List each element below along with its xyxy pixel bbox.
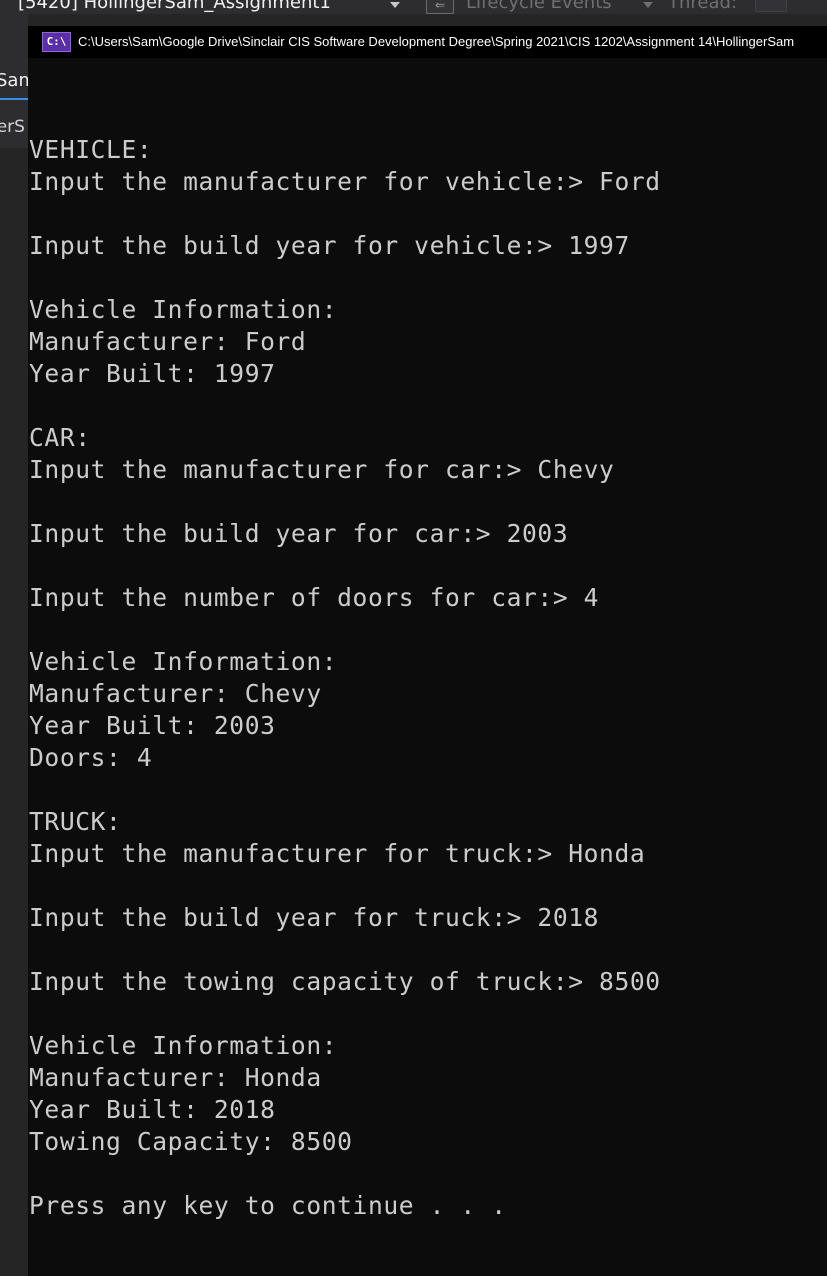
console-line: Input the manufacturer for truck:> Honda <box>29 839 646 868</box>
console-app-icon: C:\ <box>42 32 71 52</box>
console-line: Manufacturer: Chevy <box>29 679 322 708</box>
console-line: Doors: 4 <box>29 743 153 772</box>
lifecycle-events-selector[interactable]: Lifecycle Events <box>466 0 612 13</box>
console-line: Vehicle Information: <box>29 1031 338 1060</box>
console-line: Input the towing capacity of truck:> 850… <box>29 967 661 996</box>
console-line: Input the manufacturer for vehicle:> For… <box>29 167 661 196</box>
console-line: Year Built: 2018 <box>29 1095 276 1124</box>
console-line: Input the build year for truck:> 2018 <box>29 903 600 932</box>
thread-label: Thread: <box>668 0 738 13</box>
console-line: CAR: <box>29 423 91 452</box>
console-line: TRUCK: <box>29 807 122 836</box>
console-line: Year Built: 1997 <box>29 359 276 388</box>
console-titlebar[interactable]: C:\ C:\Users\Sam\Google Drive\Sinclair C… <box>28 26 827 58</box>
process-selector[interactable]: [5420] HollingerSam_Assignment1 <box>18 0 331 13</box>
console-output-text: VEHICLE: Input the manufacturer for vehic… <box>29 102 661 1222</box>
active-tab-indicator <box>0 98 28 100</box>
console-line: Input the manufacturer for car:> Chevy <box>29 455 615 484</box>
console-line: Manufacturer: Ford <box>29 327 307 356</box>
console-line: Input the build year for car:> 2003 <box>29 519 569 548</box>
console-window[interactable]: C:\ C:\Users\Sam\Google Drive\Sinclair C… <box>28 26 827 1276</box>
console-line: Input the number of doors for car:> 4 <box>29 583 600 612</box>
console-line: Towing Capacity: 8500 <box>29 1127 353 1156</box>
console-line: Year Built: 2003 <box>29 711 276 740</box>
lifecycle-events-icon[interactable]: ⇐ <box>426 0 454 14</box>
console-line: Press any key to continue . . . <box>29 1191 507 1220</box>
process-dropdown-arrow-icon[interactable] <box>390 2 400 8</box>
solution-explorer-panel <box>0 148 28 1276</box>
solution-tab[interactable]: Sam <box>0 70 28 92</box>
console-line: Input the build year for vehicle:> 1997 <box>29 231 630 260</box>
vs-debug-toolbar: [5420] HollingerSam_Assignment1 ⇐ Lifecy… <box>0 0 827 14</box>
console-line: Manufacturer: Honda <box>29 1063 322 1092</box>
console-line: Vehicle Information: <box>29 647 338 676</box>
thread-selector[interactable] <box>755 0 787 12</box>
screen: [5420] HollingerSam_Assignment1 ⇐ Lifecy… <box>0 0 827 1276</box>
console-window-title: C:\Users\Sam\Google Drive\Sinclair CIS S… <box>78 34 795 49</box>
lifecycle-dropdown-arrow-icon[interactable] <box>643 2 653 8</box>
console-output-area[interactable]: VEHICLE: Input the manufacturer for vehic… <box>28 58 827 1276</box>
console-line: Vehicle Information: <box>29 295 338 324</box>
console-line: VEHICLE: <box>29 135 153 164</box>
vs-left-panel-sliver: Sam lerS <box>0 14 28 1276</box>
solution-item[interactable]: lerS <box>0 116 25 138</box>
